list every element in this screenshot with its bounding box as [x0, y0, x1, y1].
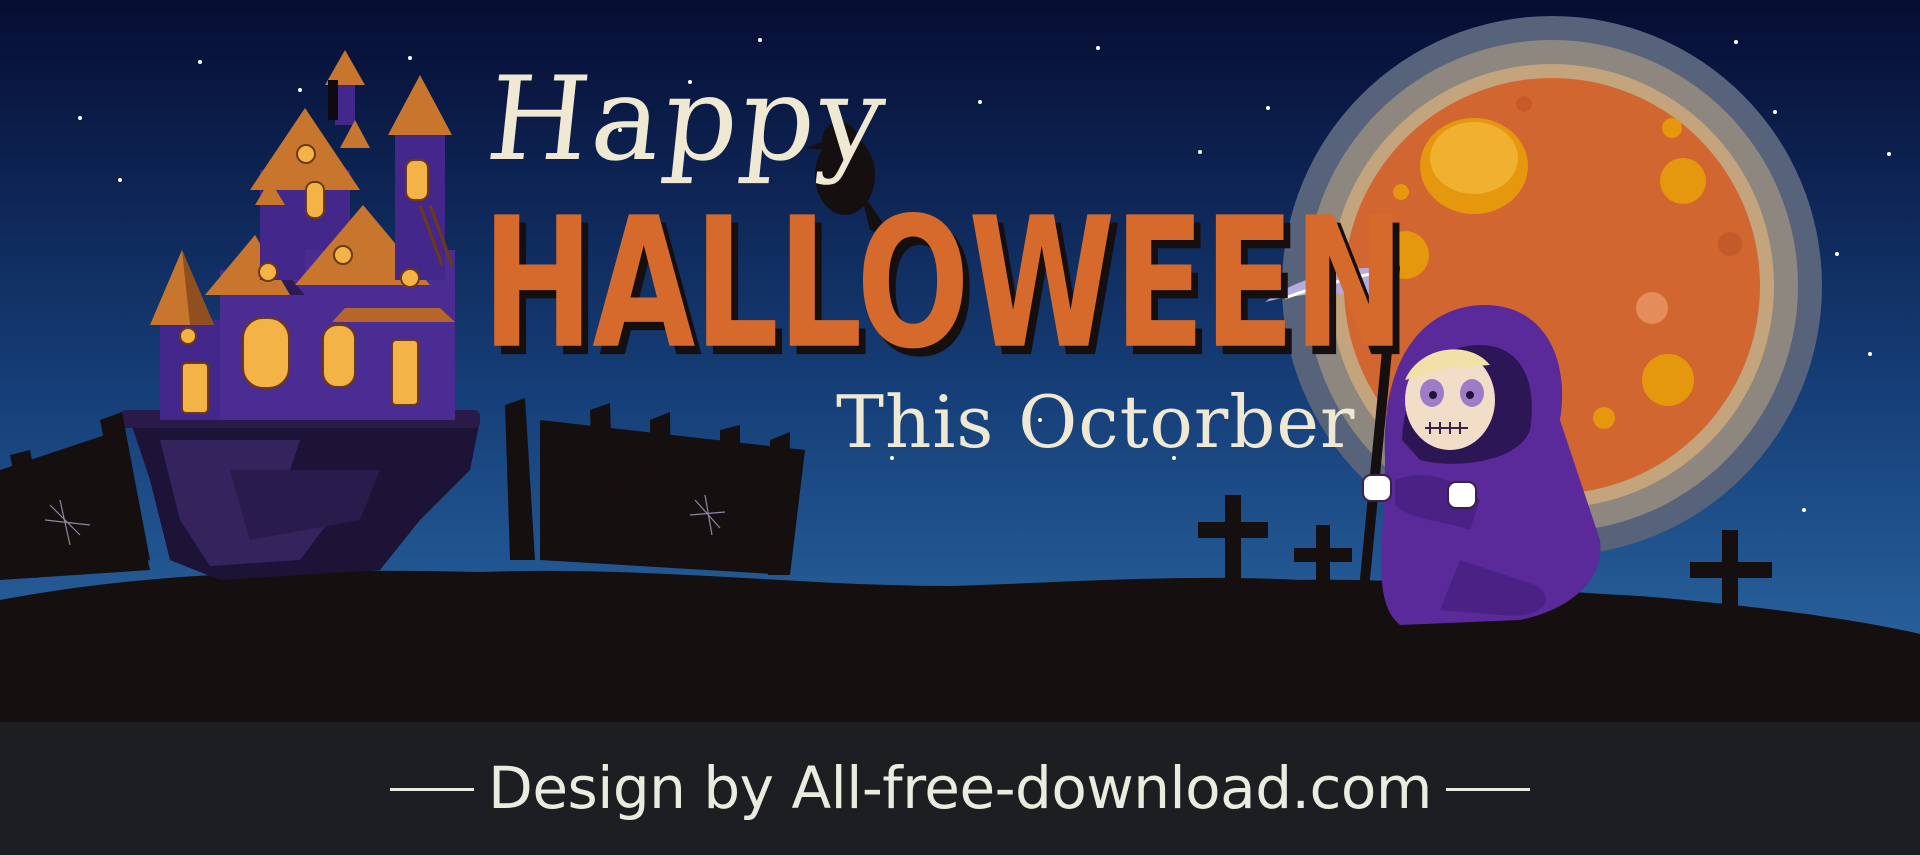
star: [758, 38, 762, 42]
star: [1198, 150, 1202, 154]
title-happy: Happy: [480, 52, 895, 187]
title-halloween: HALLOWEEN: [482, 179, 1405, 390]
credit-footer: Design by All-free-download.com: [0, 722, 1920, 855]
star: [78, 116, 82, 120]
star: [1734, 40, 1738, 44]
star: [298, 88, 302, 92]
star: [198, 60, 202, 64]
credit-text: Design by All-free-download.com: [488, 754, 1432, 822]
star: [1835, 252, 1839, 256]
star: [1096, 46, 1100, 50]
footer-dash-right: [1446, 788, 1530, 791]
title-october: This Octorber: [836, 380, 1356, 464]
star: [1802, 508, 1806, 512]
star: [408, 56, 412, 60]
star: [118, 178, 122, 182]
star: [978, 100, 982, 104]
star: [1868, 352, 1872, 356]
star: [1773, 110, 1777, 114]
star: [1266, 106, 1270, 110]
star: [1887, 152, 1891, 156]
